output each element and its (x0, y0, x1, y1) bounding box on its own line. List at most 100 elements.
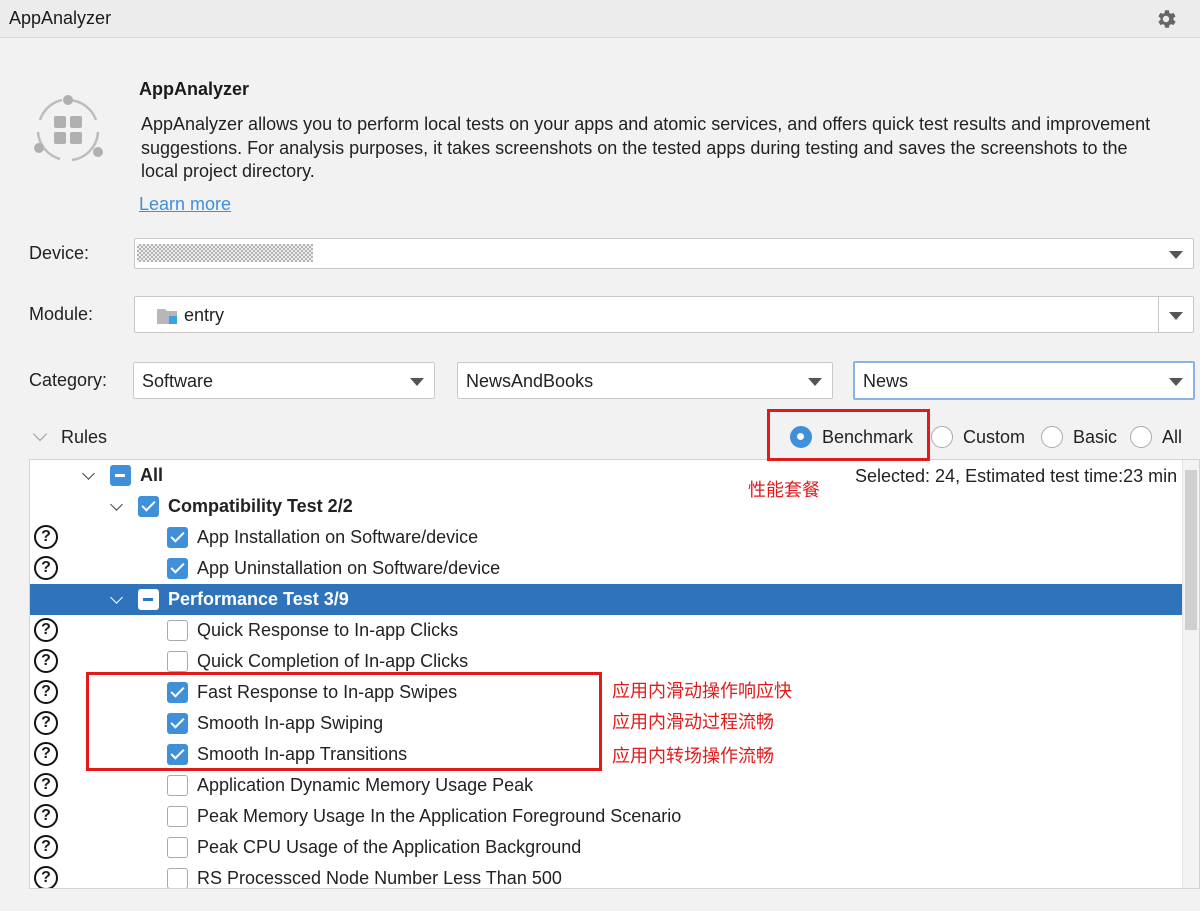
question-circle-icon[interactable]: ? (34, 618, 58, 642)
radio-benchmark[interactable]: Benchmark (790, 426, 913, 448)
question-circle-icon[interactable]: ? (34, 866, 58, 888)
gear-icon[interactable] (1154, 7, 1178, 31)
module-folder-icon (157, 309, 177, 324)
module-value: entry (184, 305, 225, 325)
rule-label: Quick Completion of In-app Clicks (197, 651, 469, 671)
window-title: AppAnalyzer (9, 8, 112, 28)
rule-row[interactable]: ? Smooth In-app Swiping (30, 708, 1182, 739)
rule-label: App Installation on Software/device (197, 527, 479, 547)
annotation-3: 应用内转场操作流畅 (612, 746, 774, 767)
radio-basic[interactable]: Basic (1041, 426, 1117, 448)
chevron-down-icon[interactable] (1169, 312, 1183, 320)
rule-row[interactable]: ? Peak CPU Usage of the Application Back… (30, 832, 1182, 863)
rule-row[interactable]: ? Quick Completion of In-app Clicks (30, 646, 1182, 677)
category-select-1[interactable]: Software (133, 362, 435, 399)
checkbox-performance[interactable] (138, 589, 159, 610)
question-circle-icon[interactable]: ? (34, 680, 58, 704)
scrollbar-thumb[interactable] (1185, 470, 1197, 630)
radio-icon (931, 426, 953, 448)
group-label: Performance Test 3/9 (168, 589, 349, 609)
question-circle-icon[interactable]: ? (34, 649, 58, 673)
chevron-down-icon (1169, 251, 1183, 259)
category-1-value: Software (142, 371, 214, 391)
rule-row[interactable]: ? Application Dynamic Memory Usage Peak (30, 770, 1182, 801)
rule-label: App Uninstallation on Software/device (197, 558, 501, 578)
category-select-2[interactable]: NewsAndBooks (457, 362, 833, 399)
rule-checkbox[interactable] (167, 713, 188, 734)
device-select[interactable] (134, 238, 1194, 269)
annotation-1: 应用内滑动操作响应快 (612, 681, 792, 702)
rule-row[interactable]: ? App Installation on Software/device (30, 522, 1182, 553)
module-select[interactable]: entry (134, 296, 1194, 333)
tree-scrollbar[interactable] (1182, 460, 1199, 888)
group-row-performance[interactable]: Performance Test 3/9 (30, 584, 1182, 615)
group-label: Compatibility Test 2/2 (168, 496, 353, 516)
combo-divider (1158, 297, 1159, 332)
app-grid-logo (34, 95, 103, 162)
category-label: Category: (29, 370, 108, 390)
question-circle-icon[interactable]: ? (34, 556, 58, 580)
rule-label: Peak Memory Usage In the Application For… (197, 806, 682, 826)
group-row-compatibility[interactable]: Compatibility Test 2/2 (30, 491, 1182, 522)
rule-checkbox[interactable] (167, 558, 188, 579)
rules-tree: All Compatibility Test 2/2 ? App Install… (29, 459, 1200, 889)
rule-checkbox[interactable] (167, 806, 188, 827)
question-circle-icon[interactable]: ? (34, 711, 58, 735)
rule-checkbox[interactable] (167, 744, 188, 765)
question-circle-icon[interactable]: ? (34, 742, 58, 766)
radio-icon (1130, 426, 1152, 448)
category-2-value: NewsAndBooks (466, 371, 594, 391)
rule-label: Peak CPU Usage of the Application Backgr… (197, 837, 582, 857)
chevron-down-icon (32, 426, 48, 442)
annotation-2: 应用内滑动过程流畅 (612, 712, 774, 733)
rule-row[interactable]: ? Peak Memory Usage In the Application F… (30, 801, 1182, 832)
rule-checkbox[interactable] (167, 527, 188, 548)
question-circle-icon[interactable]: ? (34, 804, 58, 828)
app-description: AppAnalyzer allows you to perform local … (141, 114, 1151, 181)
rule-row[interactable]: ? Fast Response to In-app Swipes (30, 677, 1182, 708)
chevron-down-icon (1169, 378, 1183, 386)
rule-checkbox[interactable] (167, 775, 188, 796)
radio-icon (1041, 426, 1063, 448)
selected-summary: Selected: 24, Estimated test time:23 min (855, 466, 1178, 486)
app-name: AppAnalyzer (139, 79, 250, 99)
rule-row[interactable]: ? Quick Response to In-app Clicks (30, 615, 1182, 646)
question-circle-icon[interactable]: ? (34, 773, 58, 797)
rule-label: Quick Response to In-app Clicks (197, 620, 459, 640)
radio-all-label: All (1162, 426, 1183, 447)
question-circle-icon[interactable]: ? (34, 525, 58, 549)
question-circle-icon[interactable]: ? (34, 835, 58, 859)
rule-row[interactable]: ? App Uninstallation on Software/device (30, 553, 1182, 584)
checkbox-compatibility[interactable] (138, 496, 159, 517)
chevron-down-icon[interactable] (110, 591, 123, 604)
rule-label: Smooth In-app Transitions (197, 744, 408, 764)
radio-basic-label: Basic (1073, 426, 1118, 447)
module-label: Module: (29, 304, 94, 324)
category-select-3[interactable]: News (853, 361, 1195, 400)
rule-checkbox[interactable] (167, 868, 188, 888)
rule-label: Smooth In-app Swiping (197, 713, 384, 733)
radio-benchmark-label: Benchmark (822, 426, 914, 447)
rule-label: Application Dynamic Memory Usage Peak (197, 775, 534, 795)
rule-checkbox[interactable] (167, 651, 188, 672)
chevron-down-icon[interactable] (110, 498, 123, 511)
radio-custom[interactable]: Custom (931, 426, 1025, 448)
learn-more-link[interactable]: Learn more (139, 194, 231, 215)
rule-checkbox[interactable] (167, 682, 188, 703)
radio-all[interactable]: All (1130, 426, 1182, 448)
checkbox-all[interactable] (110, 465, 131, 486)
rule-checkbox[interactable] (167, 620, 188, 641)
rule-row[interactable]: ? RS Processced Node Number Less Than 50… (30, 863, 1182, 888)
rule-row[interactable]: ? Smooth In-app Transitions (30, 739, 1182, 770)
rule-checkbox[interactable] (167, 837, 188, 858)
rule-label: RS Processced Node Number Less Than 500 (197, 868, 562, 888)
title-bar: AppAnalyzer (0, 0, 1200, 38)
radio-selected-icon (790, 426, 812, 448)
chevron-down-icon (808, 378, 822, 386)
chevron-down-icon[interactable] (82, 467, 95, 480)
rules-title: Rules (61, 427, 108, 447)
tree-root-label: All (140, 465, 164, 485)
masked-device-name (137, 244, 313, 262)
rules-section-toggle[interactable]: Rules (32, 426, 108, 448)
category-3-value: News (863, 371, 909, 391)
